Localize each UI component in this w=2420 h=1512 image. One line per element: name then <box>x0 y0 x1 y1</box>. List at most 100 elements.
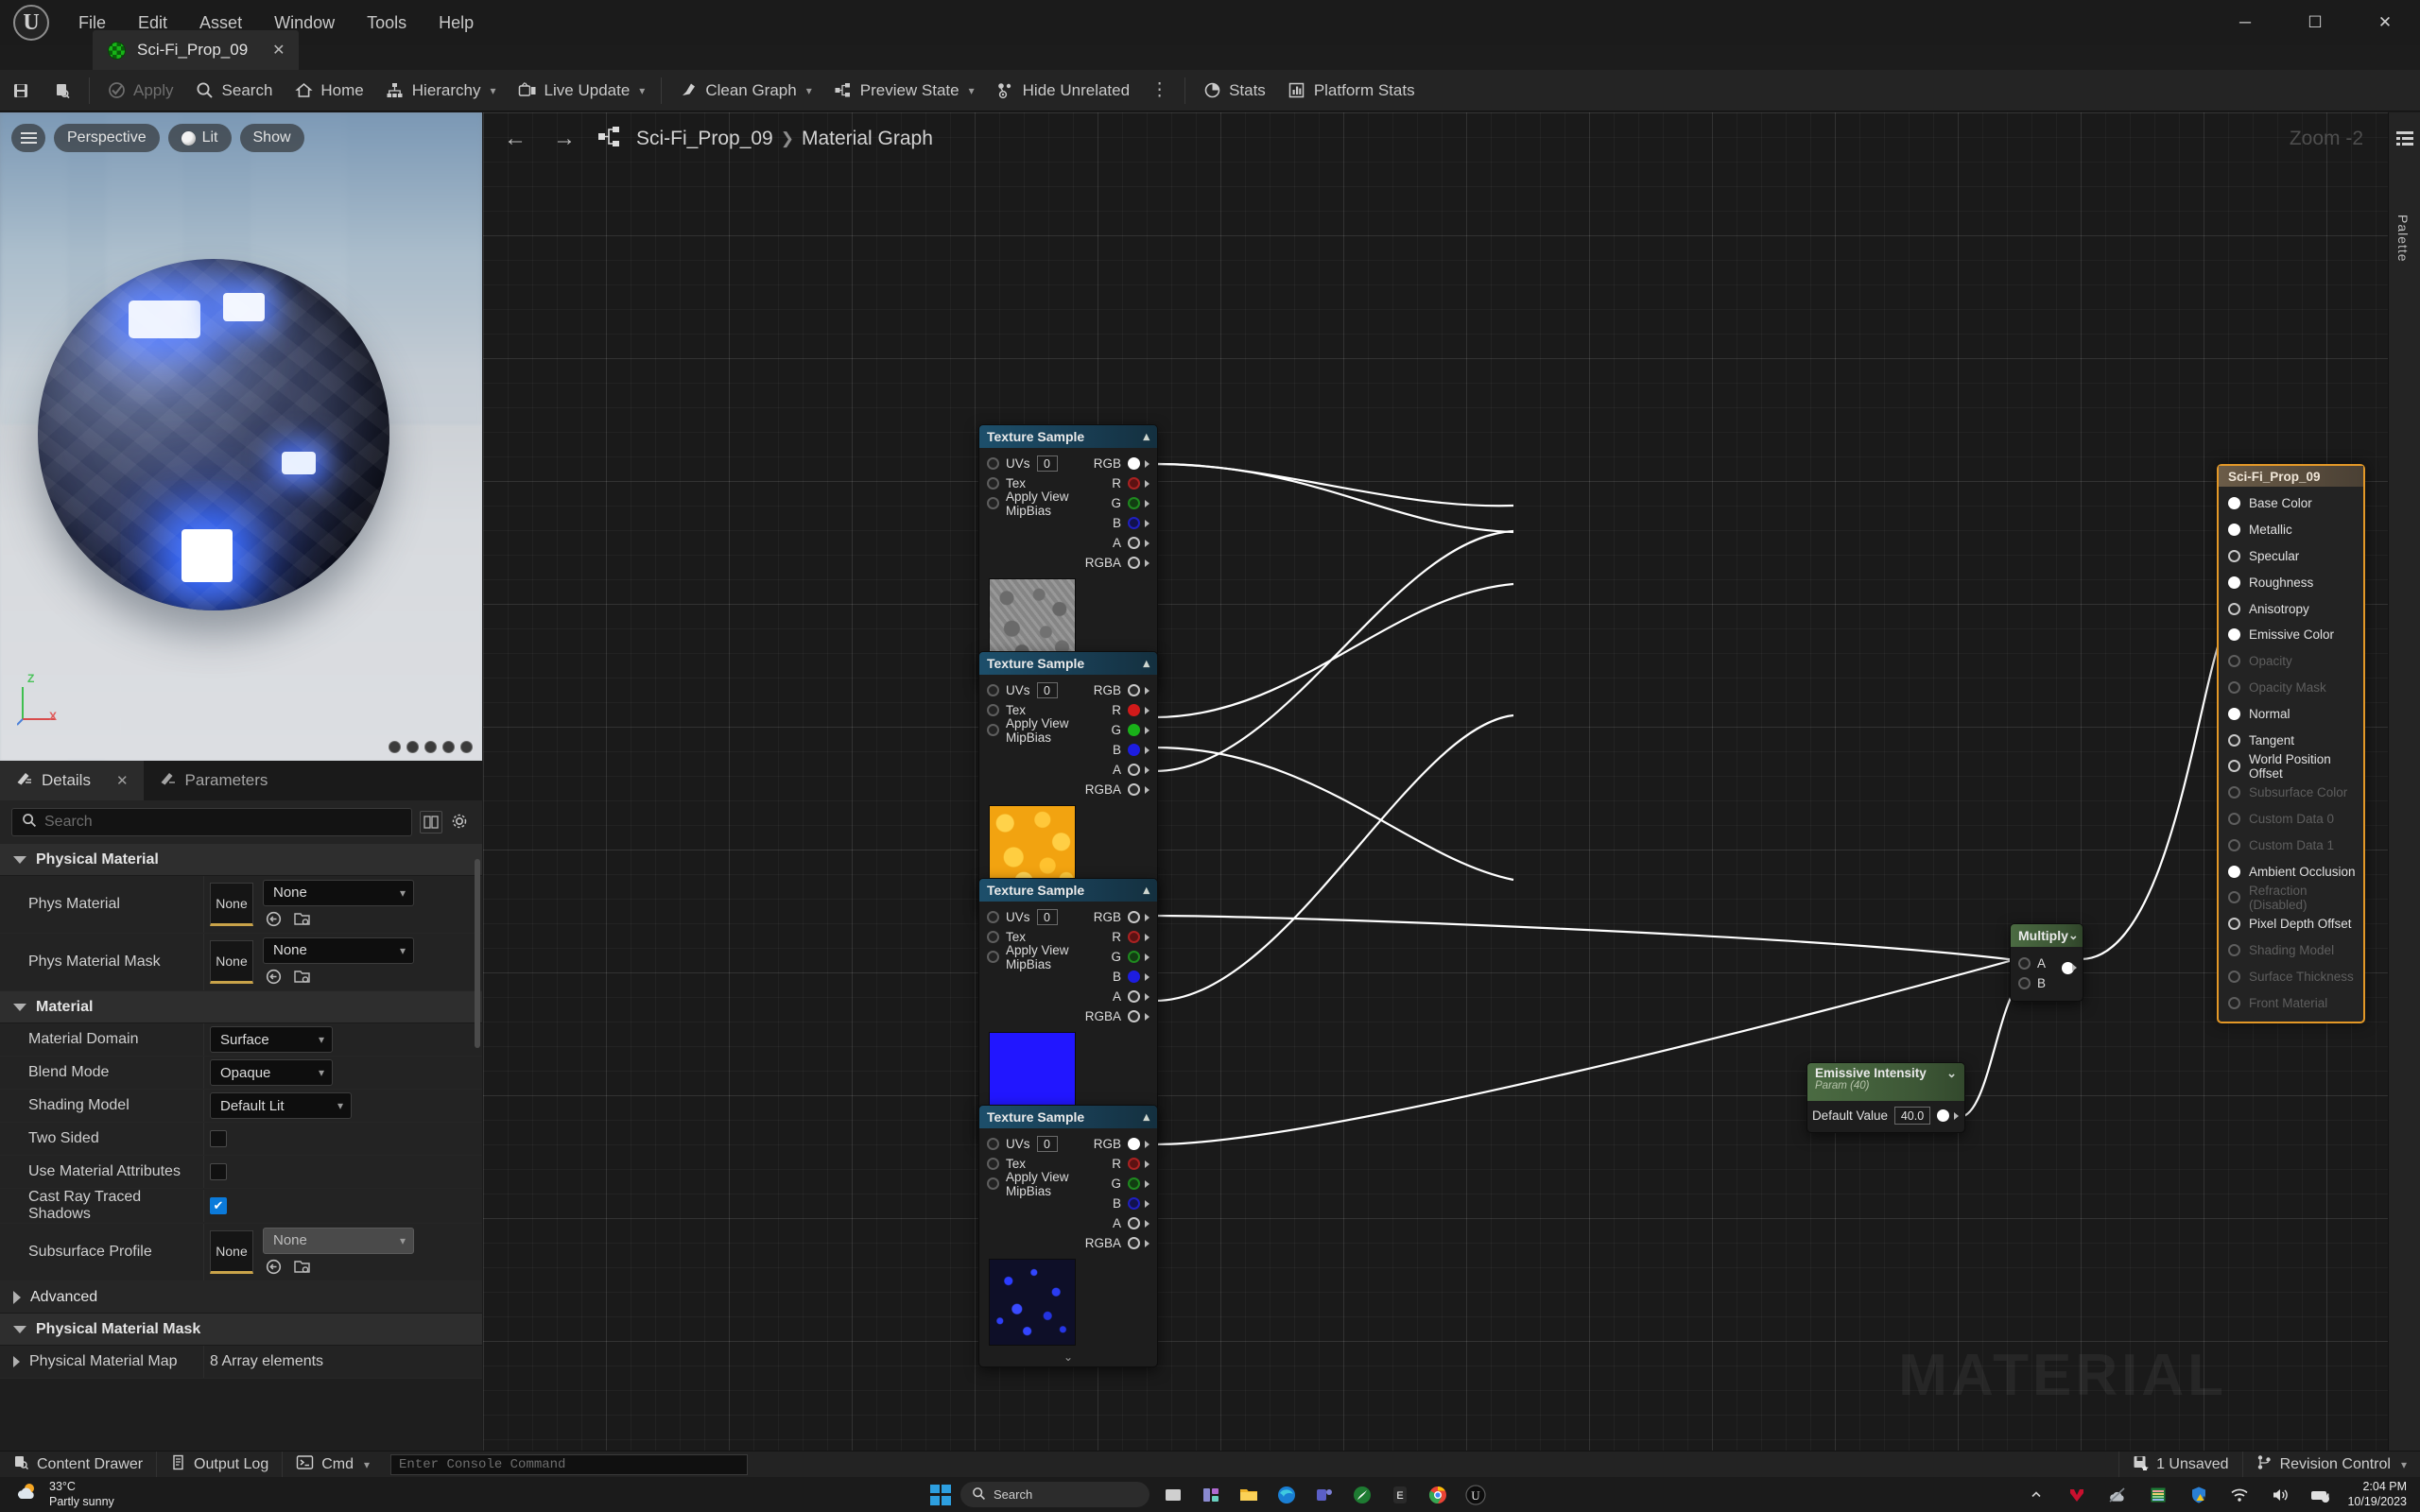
asset-picker-combo[interactable]: None ▾ <box>263 880 414 906</box>
node-input-mipbias[interactable]: Apply View MipBias <box>979 1174 1095 1194</box>
chrome-icon[interactable] <box>1424 1481 1452 1509</box>
blend-mode-combo[interactable]: Opaque ▾ <box>210 1059 333 1086</box>
content-drawer-button[interactable]: Content Drawer <box>0 1452 157 1478</box>
pin-icon[interactable] <box>987 911 999 923</box>
task-view-icon[interactable] <box>1159 1481 1187 1509</box>
node-header[interactable]: Texture Sample ▴ <box>979 1106 1157 1128</box>
browse-to-asset-icon[interactable] <box>291 967 312 988</box>
two-sided-checkbox[interactable] <box>210 1130 227 1147</box>
search-button[interactable]: Search <box>184 70 284 112</box>
node-texture-sample-1[interactable]: Texture Sample ▴ UVs0 Tex Apply View Mip… <box>978 424 1158 687</box>
asset-picker-combo[interactable]: None ▾ <box>263 937 414 964</box>
chevron-up-icon[interactable]: ▴ <box>1143 883 1150 898</box>
pin-icon[interactable] <box>1128 517 1140 529</box>
pin-icon[interactable] <box>2228 866 2240 878</box>
chevron-right-icon[interactable] <box>13 1356 20 1367</box>
pin-icon[interactable] <box>1128 1177 1140 1190</box>
pin-icon[interactable] <box>2018 977 2031 989</box>
viewport-show-button[interactable]: Show <box>240 124 304 152</box>
toolbar-overflow-button[interactable]: ⋮ <box>1140 70 1179 112</box>
mcafee-icon[interactable] <box>2063 1481 2091 1509</box>
viewport-icon-3[interactable] <box>424 741 437 753</box>
tab-parameters[interactable]: Parameters <box>144 761 284 800</box>
material-domain-combo[interactable]: Surface ▾ <box>210 1026 333 1053</box>
widgets-icon[interactable] <box>1197 1481 1225 1509</box>
material-pin-roughness[interactable]: Roughness <box>2219 569 2363 595</box>
node-output-r[interactable]: R <box>1095 700 1157 720</box>
column-layout-icon[interactable] <box>420 811 442 833</box>
pin-icon[interactable] <box>2228 524 2240 536</box>
pin-icon[interactable] <box>1128 951 1140 963</box>
chevron-up-icon[interactable]: ▴ <box>1143 429 1150 444</box>
windows-start-icon[interactable] <box>930 1485 951 1505</box>
node-emissive-intensity-param[interactable]: Emissive Intensity Param (40) ⌄ Default … <box>1806 1062 1965 1133</box>
node-output-g[interactable]: G <box>1095 493 1157 513</box>
hide-unrelated-button[interactable]: Hide Unrelated <box>985 70 1140 112</box>
node-header[interactable]: Texture Sample ▴ <box>979 652 1157 675</box>
pin-icon[interactable] <box>2228 603 2240 615</box>
pin-icon[interactable] <box>987 684 999 696</box>
teams-icon[interactable] <box>1310 1481 1339 1509</box>
pin-icon[interactable] <box>1128 557 1140 569</box>
node-output-rgba[interactable]: RGBA <box>1095 1233 1157 1253</box>
asset-thumbnail[interactable]: None <box>210 883 253 926</box>
material-pin-tangent[interactable]: Tangent <box>2219 727 2363 753</box>
uv-value-input[interactable]: 0 <box>1037 909 1058 925</box>
pin-icon[interactable] <box>987 931 999 943</box>
preview-state-button[interactable]: Preview State ▾ <box>822 70 985 112</box>
node-header[interactable]: Texture Sample ▴ <box>979 879 1157 902</box>
uv-value-input[interactable]: 0 <box>1037 1136 1058 1152</box>
home-button[interactable]: Home <box>283 70 373 112</box>
viewport-icon-2[interactable] <box>406 741 419 753</box>
pin-icon[interactable] <box>987 951 999 963</box>
uv-value-input[interactable]: 0 <box>1037 455 1058 472</box>
breadcrumb-asset[interactable]: Sci-Fi_Prop_09 <box>636 128 773 150</box>
node-material-output[interactable]: Sci-Fi_Prop_09 Base Color Metallic Specu… <box>2217 464 2365 1023</box>
console-command-input[interactable]: Enter Console Command <box>390 1454 748 1475</box>
edge-browser-icon[interactable] <box>1272 1481 1301 1509</box>
node-output-g[interactable]: G <box>1095 720 1157 740</box>
back-button[interactable]: ← <box>498 126 532 152</box>
browse-to-asset-icon[interactable] <box>291 909 312 930</box>
live-update-button[interactable]: Live Update ▾ <box>507 70 656 112</box>
material-pin-metallic[interactable]: Metallic <box>2219 517 2363 543</box>
material-pin-base-color[interactable]: Base Color <box>2219 490 2363 517</box>
node-output-rgba[interactable]: RGBA <box>1095 1006 1157 1026</box>
unsaved-button[interactable]: 1 Unsaved <box>2118 1452 2243 1478</box>
pin-icon[interactable] <box>1128 724 1140 736</box>
property-row-material-domain[interactable]: Material Domain Surface ▾ <box>0 1023 482 1057</box>
node-input-mipbias[interactable]: Apply View MipBias <box>979 720 1095 740</box>
node-header[interactable]: Emissive Intensity Param (40) ⌄ <box>1807 1063 1964 1101</box>
clean-graph-button[interactable]: Clean Graph ▾ <box>667 70 821 112</box>
chevron-up-icon[interactable]: ▴ <box>1143 1109 1150 1125</box>
pin-icon[interactable] <box>1128 1217 1140 1229</box>
cast-ray-traced-shadows-checkbox[interactable]: ✔ <box>210 1197 227 1214</box>
material-pin-world-position-offset[interactable]: World Position Offset <box>2219 753 2363 780</box>
tray-chevron-icon[interactable] <box>2022 1481 2050 1509</box>
breadcrumb-page[interactable]: Material Graph <box>802 128 933 150</box>
details-scrollbar[interactable] <box>475 859 480 1048</box>
viewport-view-mode-button[interactable]: Lit <box>168 124 232 152</box>
pin-icon[interactable] <box>1128 764 1140 776</box>
property-row-phys-material[interactable]: Phys Material None None ▾ <box>0 876 482 934</box>
viewport-icon-5[interactable] <box>460 741 473 753</box>
file-explorer-icon[interactable] <box>1235 1481 1263 1509</box>
node-input-mipbias[interactable]: Apply View MipBias <box>979 947 1095 967</box>
spreadsheet-icon[interactable] <box>2144 1481 2172 1509</box>
node-output-pin[interactable] <box>1937 1109 1949 1122</box>
pin-icon[interactable] <box>1128 931 1140 943</box>
node-output-a[interactable]: A <box>1095 760 1157 780</box>
pin-icon[interactable] <box>987 724 999 736</box>
node-output-a[interactable]: A <box>1095 1213 1157 1233</box>
node-output-b[interactable]: B <box>1095 967 1157 987</box>
pin-icon[interactable] <box>2228 550 2240 562</box>
use-selected-icon[interactable] <box>263 909 284 930</box>
pin-icon[interactable] <box>987 704 999 716</box>
hierarchy-button[interactable]: Hierarchy ▾ <box>374 70 507 112</box>
save-button[interactable] <box>0 70 42 112</box>
node-output-a[interactable]: A <box>1095 533 1157 553</box>
node-input-a[interactable]: A <box>2011 954 2058 973</box>
shading-model-combo[interactable]: Default Lit ▾ <box>210 1092 352 1119</box>
node-input-b[interactable]: B <box>2011 973 2058 993</box>
close-icon[interactable]: ✕ <box>272 41 285 60</box>
